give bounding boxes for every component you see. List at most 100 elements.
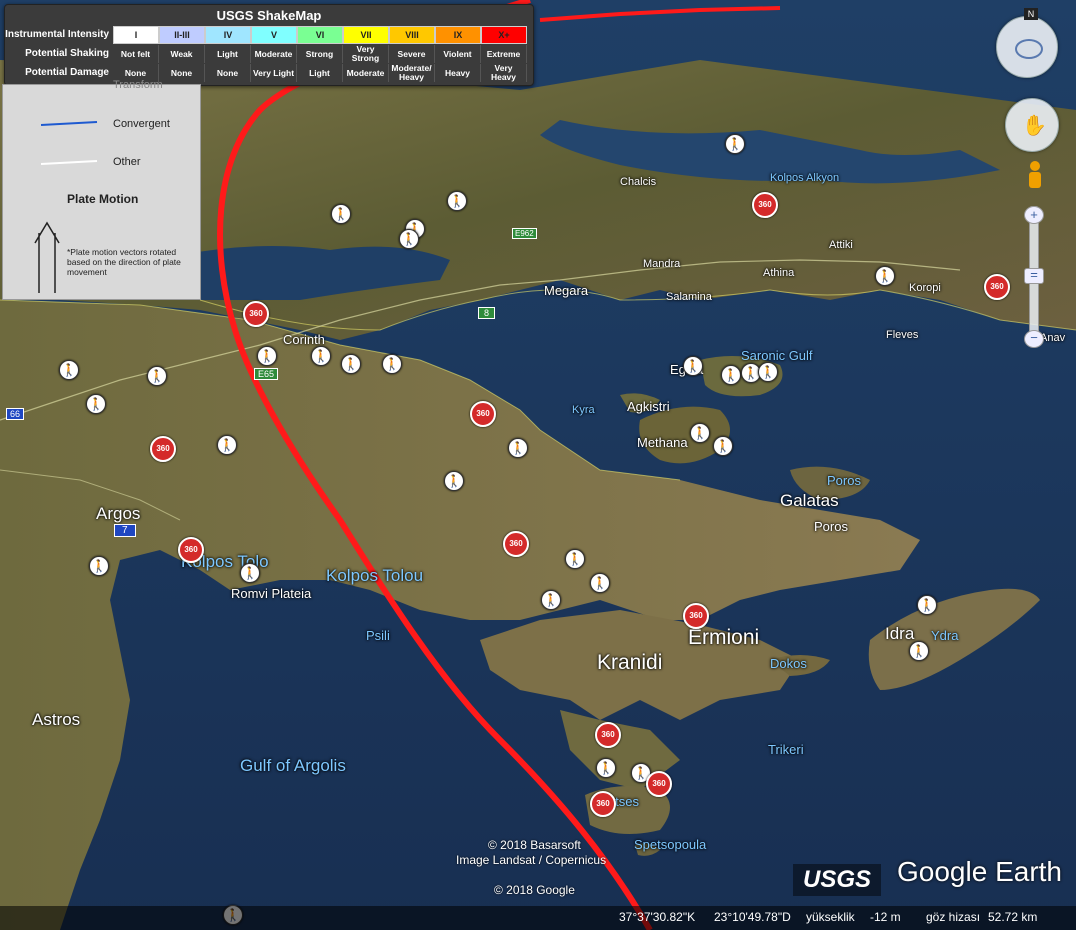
panorama-360-icon[interactable]: 360 xyxy=(646,771,672,797)
road-shield-e65: E65 xyxy=(254,368,279,380)
panorama-360-icon[interactable]: 360 xyxy=(595,722,621,748)
hiking-icon[interactable]: 🚶 xyxy=(147,366,167,386)
intensity-cell-7: IX xyxy=(435,26,481,44)
shaking-cell-1: Weak xyxy=(159,45,205,63)
panorama-360-icon[interactable]: 360 xyxy=(178,537,204,563)
hiking-icon[interactable]: 🚶 xyxy=(508,438,528,458)
label-trikeri: Trikeri xyxy=(768,742,804,757)
legend-plate-motion: Plate Motion xyxy=(67,192,139,206)
plate-boundary-legend: Transform Convergent Other Plate Motion … xyxy=(2,79,201,300)
hiking-icon[interactable]: 🚶 xyxy=(721,365,741,385)
label-idra: Idra xyxy=(885,624,915,643)
compass-icon[interactable]: N xyxy=(1024,8,1038,20)
hiking-icon[interactable]: 🚶 xyxy=(590,573,610,593)
zoom-in-icon[interactable]: + xyxy=(1024,206,1044,224)
shaking-cell-0: Not felt xyxy=(113,45,159,63)
panorama-360-icon[interactable]: 360 xyxy=(150,436,176,462)
damage-cell-5: Moderate xyxy=(343,64,389,82)
hiking-icon[interactable]: 🚶 xyxy=(713,436,733,456)
hiking-icon[interactable]: 🚶 xyxy=(331,204,351,224)
pegman-icon[interactable] xyxy=(1025,160,1045,192)
google-earth-logo: Google Earth xyxy=(897,856,1062,887)
label-mandra: Mandra xyxy=(643,258,681,270)
hiking-icon[interactable]: 🚶 xyxy=(447,191,467,211)
zoom-out-icon[interactable]: − xyxy=(1024,330,1044,348)
elevation-value: -12 m xyxy=(870,910,901,924)
damage-cell-1: None xyxy=(159,64,205,82)
label-ydra: Ydra xyxy=(931,628,959,643)
look-control[interactable]: N xyxy=(996,8,1058,78)
hiking-icon[interactable]: 🚶 xyxy=(541,590,561,610)
panorama-360-icon[interactable]: 360 xyxy=(590,791,616,817)
label-kolpos-tolou: Kolpos Tolou xyxy=(326,566,424,585)
look-icon xyxy=(1015,39,1043,59)
hiking-icon[interactable]: 🚶 xyxy=(382,354,402,374)
label-gulf-of-argolis: Gulf of Argolis xyxy=(240,756,346,775)
hiking-icon[interactable]: 🚶 xyxy=(917,595,937,615)
hiking-icon[interactable]: 🚶 xyxy=(875,266,895,286)
road-shield-7: 7 xyxy=(114,524,136,537)
panorama-360-icon[interactable]: 360 xyxy=(503,531,529,557)
hiking-icon[interactable]: 🚶 xyxy=(565,549,585,569)
shaking-cell-8: Extreme xyxy=(481,45,527,63)
shaking-cell-7: Violent xyxy=(435,45,481,63)
hiking-icon[interactable]: 🚶 xyxy=(596,758,616,778)
row-label-damage: Potential Damage xyxy=(25,67,109,78)
hiking-icon[interactable]: 🚶 xyxy=(341,354,361,374)
status-bar: 37°37'30.82"K 23°10'49.78"D yükseklik -1… xyxy=(0,906,1076,930)
damage-cell-2: None xyxy=(205,64,251,82)
shaking-row: Potential Shaking Not felt Weak Light Moder… xyxy=(5,45,527,63)
shakemap-title: USGS ShakeMap xyxy=(216,8,322,23)
hiking-icon[interactable]: 🚶 xyxy=(257,346,277,366)
hiking-icon[interactable]: 🚶 xyxy=(89,556,109,576)
hiking-icon[interactable]: 🚶 xyxy=(690,423,710,443)
damage-cell-6: Moderate/ Heavy xyxy=(389,64,435,82)
panorama-360-icon[interactable]: 360 xyxy=(243,301,269,327)
label-romvi-plateia: Romvi Plateia xyxy=(231,586,312,601)
label-athina: Athina xyxy=(763,267,795,279)
intensity-cell-2: IV xyxy=(205,26,251,44)
intensity-cell-5: VII xyxy=(343,26,389,44)
intensity-row: Instrumental Intensity I II-III IV V VI VII VI… xyxy=(5,26,527,44)
move-control[interactable]: ✋ xyxy=(1005,98,1059,152)
hiking-icon[interactable]: 🚶 xyxy=(725,134,745,154)
hiking-icon[interactable]: 🚶 xyxy=(86,394,106,414)
panorama-360-icon[interactable]: 360 xyxy=(984,274,1010,300)
hiking-icon[interactable]: 🚶 xyxy=(217,435,237,455)
hiking-icon[interactable]: 🚶 xyxy=(240,563,260,583)
hiking-icon[interactable]: 🚶 xyxy=(758,362,778,382)
label-psili: Psili xyxy=(366,628,390,643)
label-poros-town: Poros xyxy=(814,519,848,534)
label-chalcis: Chalcis xyxy=(620,176,657,188)
latitude-readout: 37°37'30.82"K xyxy=(619,910,696,924)
hiking-icon[interactable]: 🚶 xyxy=(683,356,703,376)
panorama-360-icon[interactable]: 360 xyxy=(752,192,778,218)
hiking-icon[interactable]: 🚶 xyxy=(909,641,929,661)
panorama-360-icon[interactable]: 360 xyxy=(683,603,709,629)
hiking-icon[interactable]: 🚶 xyxy=(444,471,464,491)
hiking-icon[interactable]: 🚶 xyxy=(311,346,331,366)
attribution-google: © 2018 Google xyxy=(494,883,575,897)
label-fleves: Fleves xyxy=(886,329,919,341)
damage-cell-3: Very Light xyxy=(251,64,297,82)
road-shield-66: 66 xyxy=(6,408,25,420)
label-kolpos-alkyonidon: Kolpos Alkyon xyxy=(770,172,840,184)
label-galatas: Galatas xyxy=(780,491,839,510)
zoom-handle[interactable]: = xyxy=(1024,268,1044,284)
usgs-logo: USGS xyxy=(793,864,881,896)
row-label-shaking: Potential Shaking xyxy=(25,48,109,59)
label-ermioni: Ermioni xyxy=(688,626,760,649)
hiking-icon[interactable]: 🚶 xyxy=(399,229,419,249)
label-kranidi: Kranidi xyxy=(597,651,663,674)
shaking-cell-6: Severe xyxy=(389,45,435,63)
elevation-label: yükseklik xyxy=(806,910,855,924)
panorama-360-icon[interactable]: 360 xyxy=(470,401,496,427)
label-methana: Methana xyxy=(637,435,688,450)
legend-other: Other xyxy=(113,156,141,168)
label-poros-island: Poros xyxy=(827,473,861,488)
label-saronic-gulf: Saronic Gulf xyxy=(741,348,813,363)
road-shield-8: 8 xyxy=(478,307,496,319)
hiking-icon[interactable]: 🚶 xyxy=(59,360,79,380)
legend-transform: Transform xyxy=(113,79,163,91)
intensity-cell-4: VI xyxy=(297,26,343,44)
